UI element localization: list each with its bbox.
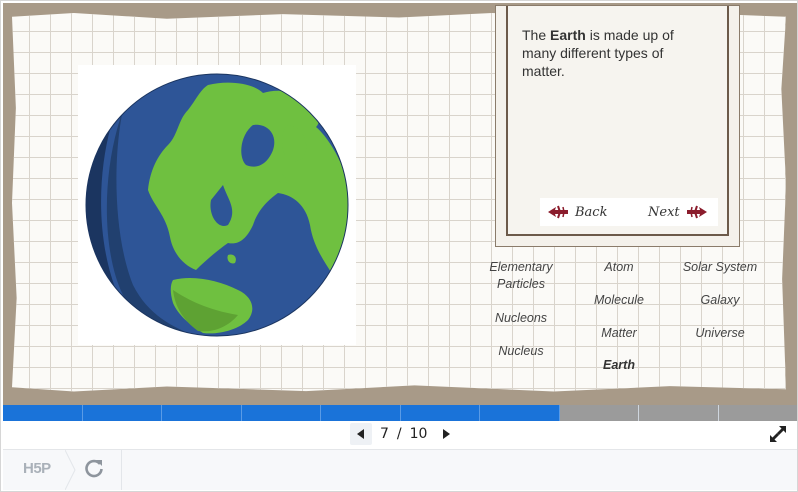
description-panel: The Earth is made up of many different t…	[495, 5, 740, 247]
slide: The Earth is made up of many different t…	[3, 3, 797, 405]
slide-progress-bar	[3, 405, 797, 421]
expand-arrows-icon	[770, 426, 786, 442]
word-elementary-particles: Elementary Particles	[489, 260, 553, 291]
progress-segment-1[interactable]	[3, 405, 83, 421]
progress-segment-3[interactable]	[162, 405, 242, 421]
word-matter: Matter	[601, 326, 637, 340]
next-slide-button[interactable]	[435, 423, 457, 445]
progress-segment-9[interactable]	[639, 405, 719, 421]
reload-icon	[85, 459, 103, 478]
progress-segment-7[interactable]	[480, 405, 560, 421]
progress-segment-5[interactable]	[321, 405, 401, 421]
next-label: Next	[648, 204, 680, 220]
word-universe: Universe	[695, 326, 745, 340]
current-slide-number: 7	[380, 426, 389, 442]
progress-segment-10[interactable]	[719, 405, 798, 421]
slide-description: The Earth is made up of many different t…	[522, 26, 702, 80]
total-slides-number: 10	[409, 426, 428, 442]
progress-segment-2[interactable]	[82, 405, 162, 421]
progress-segment-8[interactable]	[560, 405, 639, 421]
fullscreen-button[interactable]	[769, 425, 787, 443]
previous-slide-button[interactable]	[350, 423, 372, 445]
triangle-left-icon	[357, 429, 364, 439]
word-nucleus: Nucleus	[498, 344, 544, 358]
slide-pager: 7 / 10	[350, 423, 457, 445]
pager-separator: /	[396, 426, 402, 442]
word-solar-system: Solar System	[682, 260, 758, 274]
pager-row: 7 / 10	[3, 421, 797, 450]
progress-segment-4[interactable]	[241, 405, 321, 421]
progress-segment-6[interactable]	[400, 405, 480, 421]
reload-button[interactable]	[83, 458, 105, 480]
footer-separator	[121, 450, 122, 490]
back-label: Back	[575, 204, 608, 220]
next-button[interactable]: Next	[648, 201, 709, 223]
earth-image	[78, 65, 356, 345]
description-panel-inner: The Earth is made up of many different t…	[506, 6, 729, 236]
word-earth-current: Earth	[603, 358, 635, 372]
description-prefix: The	[522, 27, 551, 43]
back-button[interactable]: Back	[546, 201, 607, 223]
scale-word-list: Elementary Particles Nucleons Nucleus At…	[473, 259, 783, 389]
word-galaxy: Galaxy	[700, 293, 740, 307]
h5p-logo: H5P	[23, 460, 51, 477]
earth-illustration	[85, 73, 349, 337]
description-bold-term: Earth	[550, 27, 586, 43]
triangle-right-icon	[443, 429, 451, 439]
slide-nav-bar: Back Next	[540, 198, 718, 226]
fleur-left-icon	[548, 205, 568, 219]
fleur-right-icon	[686, 205, 707, 219]
word-molecule: Molecule	[593, 293, 645, 307]
h5p-footer: H5P	[3, 450, 797, 490]
h5p-container: The Earth is made up of many different t…	[0, 0, 798, 492]
word-atom: Atom	[604, 260, 634, 274]
word-nucleons: Nucleons	[494, 311, 548, 325]
